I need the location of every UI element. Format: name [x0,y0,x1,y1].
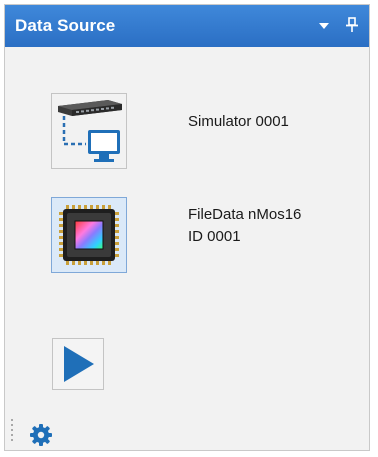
source-filedata-button[interactable] [51,197,127,273]
source-filedata-id: ID 0001 [188,228,241,245]
panel-titlebar: Data Source [5,5,369,47]
toolbar-grip[interactable] [10,418,14,442]
chevron-down-icon[interactable] [314,15,334,35]
pin-icon[interactable] [342,15,362,35]
source-filedata-label: FileData nMos16 ID 0001 [188,204,301,248]
network-simulator-icon [58,100,122,162]
data-source-panel: Data Source Simulator 0001 FileData nMos… [4,4,370,451]
source-simulator-label: Simulator 0001 [188,111,289,133]
play-button[interactable] [52,338,104,390]
sensor-chip-icon [59,205,119,265]
source-simulator-name: Simulator 0001 [188,113,289,130]
settings-button[interactable] [29,423,53,447]
gear-icon [30,424,52,446]
panel-title: Data Source [15,16,116,35]
source-filedata-name: FileData nMos16 [188,206,302,223]
play-icon [64,346,94,382]
source-simulator-button[interactable] [51,93,127,169]
